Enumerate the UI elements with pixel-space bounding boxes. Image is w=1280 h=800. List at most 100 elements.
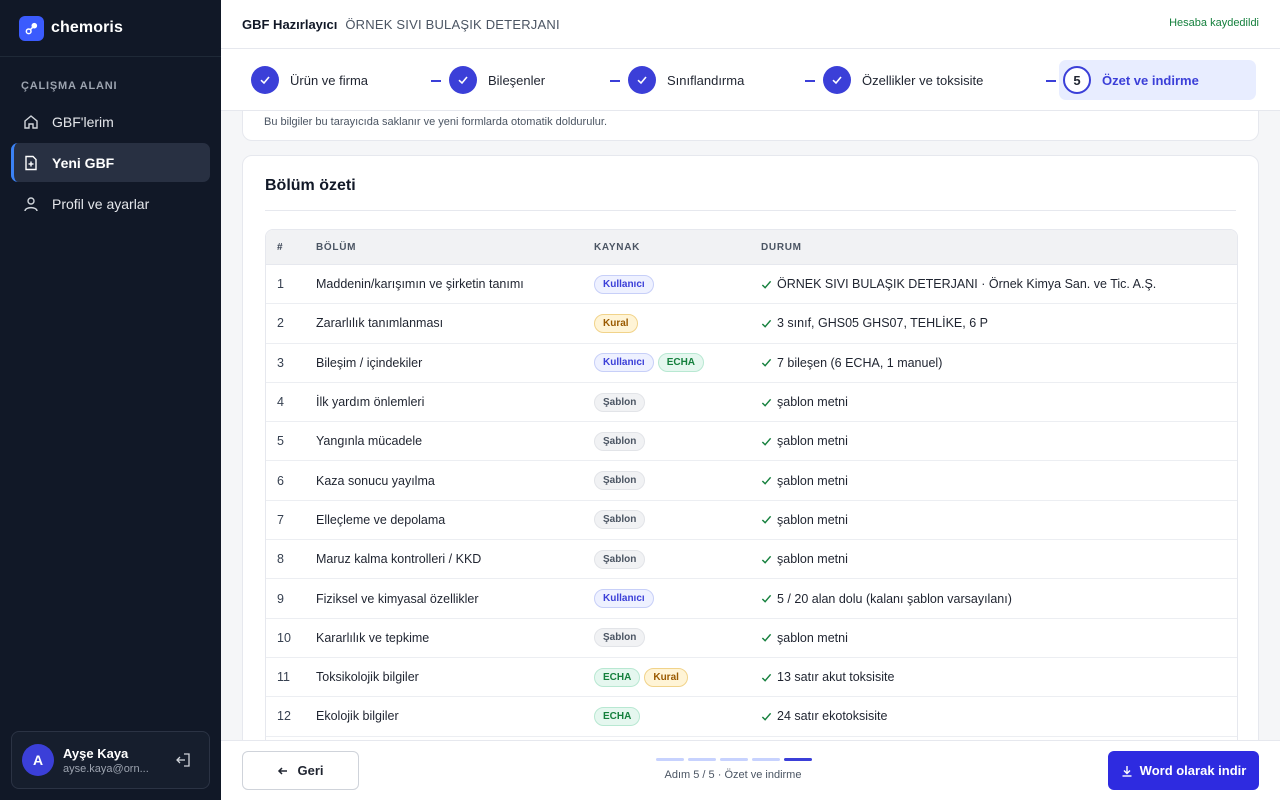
step-ozellikler[interactable]: Özellikler ve toksisite <box>823 64 983 96</box>
table-row: 6 Kaza sonucu yayılma Şablon şablon metni <box>266 461 1237 501</box>
source-badge: Şablon <box>594 628 646 648</box>
step-connector <box>431 80 441 82</box>
table-row: 3 Bileşim / içindekiler Kullanıcı ECHA 7 bil… <box>266 344 1237 383</box>
source-badge: Şablon <box>594 471 646 491</box>
row-section-name: Bileşim / içindekiler <box>316 355 423 370</box>
stepper: Ürün ve firma Bileşenler Sınıflandırma Ö… <box>221 49 1280 111</box>
summary-table: # BÖLÜM KAYNAK DURUM 1 Maddenin/karışımın… <box>265 229 1238 741</box>
row-status: şablon metni <box>761 474 1237 488</box>
col-header-source: KAYNAK <box>594 241 641 253</box>
step-bilesenler[interactable]: Bileşenler <box>449 64 545 96</box>
row-section-name: Kararlılık ve tepkime <box>316 630 430 645</box>
row-sources: ECHA Kural <box>594 667 761 687</box>
source-badge: Şablon <box>594 549 646 569</box>
row-number: 5 <box>277 434 284 449</box>
step-label: Özellikler ve toksisite <box>862 72 984 88</box>
step-label: Bileşenler <box>488 72 546 88</box>
step-label: Ürün ve firma <box>290 72 369 88</box>
status-text: şablon metni <box>777 473 848 488</box>
table-body: 1 Maddenin/karışımın ve şirketin tanımı Ku… <box>266 265 1237 741</box>
table-row: 7 Elleçleme ve depolama Şablon şablon metni <box>266 501 1237 541</box>
step-connector <box>610 80 620 82</box>
row-section-name: Maddenin/karışımın ve şirketin tanımı <box>316 277 524 292</box>
source-badge: Şablon <box>594 392 646 412</box>
row-sources: Kullanıcı ECHA <box>594 353 761 373</box>
check-icon <box>761 554 772 565</box>
check-icon <box>761 436 772 447</box>
home-icon <box>22 113 40 131</box>
row-status: 24 satır ekotoksisite <box>761 709 1237 723</box>
table-row: 4 İlk yardım önlemleri Şablon şablon metni <box>266 383 1237 423</box>
progress-indicator <box>656 758 812 761</box>
check-icon <box>449 66 477 94</box>
step-ozet-ve-indirme[interactable]: 5 Özet ve indirme <box>1059 60 1256 100</box>
table-row: 8 Maruz kalma kontrolleri / KKD Şablon şabl… <box>266 540 1237 580</box>
row-number: 7 <box>277 512 284 527</box>
source-badge: ECHA <box>594 667 641 687</box>
source-badge: ECHA <box>657 353 705 373</box>
status-text: şablon metni <box>777 630 848 645</box>
divider <box>265 210 1236 211</box>
row-status: şablon metni <box>761 395 1237 409</box>
row-sources: Şablon <box>594 431 761 451</box>
sidebar-item-profil[interactable]: Profil ve ayarlar <box>11 184 210 223</box>
row-number: 10 <box>277 630 291 645</box>
check-icon <box>761 514 772 525</box>
row-status: şablon metni <box>761 552 1237 566</box>
progress-segment <box>752 758 780 761</box>
autofill-note: Bu bilgiler bu tarayıcıda saklanır ve ye… <box>264 116 608 128</box>
download-label: Word olarak indir <box>1139 763 1247 778</box>
source-badge: Şablon <box>594 510 646 530</box>
row-number: 4 <box>277 395 284 410</box>
sidebar-item-gbflerim[interactable]: GBF'lerim <box>11 102 210 141</box>
check-icon <box>251 66 279 94</box>
user-icon <box>22 195 40 213</box>
step-connector <box>1046 80 1056 82</box>
row-status: şablon metni <box>761 631 1237 645</box>
status-text: şablon metni <box>777 434 848 449</box>
step-siniflandirma[interactable]: Sınıflandırma <box>628 64 744 96</box>
wizard-footer: Geri Adım 5 / 5 · Özet ve indirme Word o… <box>221 740 1280 800</box>
status-text: şablon metni <box>777 512 848 527</box>
row-section-name: İlk yardım önlemleri <box>316 395 425 410</box>
check-icon <box>761 318 772 329</box>
file-plus-icon <box>22 154 40 172</box>
row-sources: Şablon <box>594 471 761 491</box>
download-word-button[interactable]: Word olarak indir <box>1108 751 1259 790</box>
logout-icon[interactable] <box>175 752 191 768</box>
table-row: 12 Ekolojik bilgiler ECHA 24 satır ekotoksi… <box>266 697 1237 737</box>
step-connector <box>805 80 815 82</box>
table-row: 10 Kararlılık ve tepkime Şablon şablon metn… <box>266 619 1237 658</box>
row-number: 2 <box>277 316 284 331</box>
row-section-name: Maruz kalma kontrolleri / KKD <box>316 552 482 567</box>
brand[interactable]: chemoris <box>0 0 221 57</box>
row-status: ÖRNEK SIVI BULAŞIK DETERJANI · Örnek Kim… <box>761 277 1237 291</box>
row-number: 9 <box>277 591 284 606</box>
sidebar-item-label: GBF'lerim <box>52 113 114 130</box>
row-section-name: Zararlılık tanımlanması <box>316 316 444 331</box>
table-row: 9 Fiziksel ve kimyasal özellikler Kullanıc… <box>266 579 1237 619</box>
row-section-name: Toksikolojik bilgiler <box>316 670 419 685</box>
row-status: şablon metni <box>761 434 1237 448</box>
step-label: Sınıflandırma <box>667 72 745 88</box>
status-text: 3 sınıf, GHS05 GHS07, TEHLİKE, 6 P <box>777 316 988 331</box>
download-icon <box>1121 765 1133 777</box>
sidebar: chemoris ÇALIŞMA ALANI GBF'lerim Yeni GB… <box>0 0 221 800</box>
row-status: 7 bileşen (6 ECHA, 1 manuel) <box>761 356 1237 370</box>
source-badge: Kullanıcı <box>594 274 654 294</box>
step-urun-ve-firma[interactable]: Ürün ve firma <box>251 64 368 96</box>
app-title: GBF Hazırlayıcı <box>242 16 338 32</box>
status-text: 7 bileşen (6 ECHA, 1 manuel) <box>777 355 943 370</box>
check-icon <box>761 672 772 683</box>
col-header-number: # <box>277 241 284 253</box>
status-text: 5 / 20 alan dolu (kalanı şablon varsayıl… <box>777 591 1012 606</box>
table-row: 5 Yangınla mücadele Şablon şablon metni <box>266 422 1237 462</box>
progress-label: Adım 5 / 5 · Özet ve indirme <box>664 769 802 781</box>
progress-segment <box>656 758 684 761</box>
sidebar-item-yeni-gbf[interactable]: Yeni GBF <box>11 143 210 182</box>
source-badge: Şablon <box>594 431 646 451</box>
user-card[interactable]: A Ayşe Kaya ayse.kaya@orn... <box>11 731 210 789</box>
check-icon <box>761 397 772 408</box>
card-title: Bölüm özeti <box>265 177 356 194</box>
chemoris-logo-icon <box>19 15 44 41</box>
